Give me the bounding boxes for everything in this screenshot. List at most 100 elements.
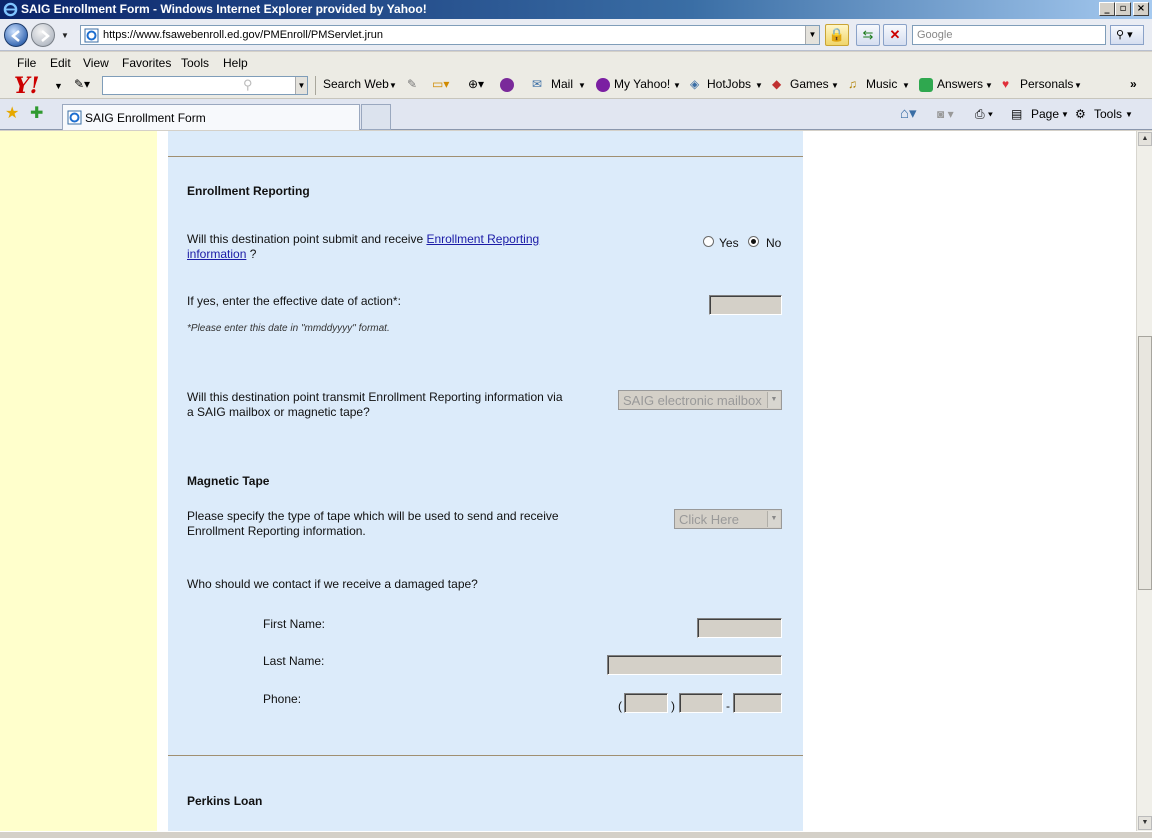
phone-prefix-input[interactable] <box>679 693 723 713</box>
music-dropdown-icon[interactable]: ▼ <box>902 81 910 90</box>
page-icon <box>84 28 99 43</box>
phone-line-input[interactable] <box>733 693 782 713</box>
forward-button[interactable] <box>31 23 55 47</box>
scroll-up-icon[interactable]: ▲ <box>1138 132 1152 146</box>
tape-type-question: Please specify the type of tape which wi… <box>187 509 559 539</box>
menu-edit[interactable]: Edit <box>50 56 71 70</box>
scroll-thumb[interactable] <box>1138 336 1152 590</box>
page-menu-button[interactable]: Page <box>1031 107 1059 121</box>
home-icon[interactable]: ⌂▾ <box>900 104 917 122</box>
perkins-loan-heading: Perkins Loan <box>187 794 263 808</box>
personals-icon: ♥ <box>1002 77 1010 91</box>
enrollment-reporting-link[interactable]: Enrollment Reporting <box>426 232 539 246</box>
chevron-down-icon: ▼ <box>767 511 780 527</box>
yahoo-search-dropdown-icon[interactable]: ▼ <box>295 77 307 94</box>
forward-arrow-icon <box>41 30 50 42</box>
history-dropdown-icon[interactable]: ▼ <box>61 31 69 40</box>
maximize-button[interactable]: ▫ <box>1115 2 1131 16</box>
favorites-star-icon[interactable]: ★ <box>5 103 19 123</box>
games-icon: ◆ <box>772 77 782 91</box>
phone-area-code-input[interactable] <box>624 693 668 713</box>
hotjobs-button[interactable]: HotJobs <box>707 77 751 91</box>
personals-button[interactable]: Personals <box>1020 77 1073 91</box>
section-divider <box>168 755 803 756</box>
no-radio[interactable] <box>748 236 759 247</box>
page-content: Enrollment Reporting Will this destinati… <box>0 131 1136 831</box>
menu-favorites[interactable]: Favorites <box>122 56 171 70</box>
tape-line2: Enrollment Reporting information. <box>187 524 366 538</box>
tape-type-select[interactable]: Click Here ▼ <box>674 509 782 529</box>
stop-icon[interactable]: ✕ <box>883 24 907 46</box>
back-button[interactable] <box>4 23 28 47</box>
phone-close-paren: ) <box>671 699 675 713</box>
effective-date-label: If yes, enter the effective date of acti… <box>187 294 401 308</box>
url-text: https://www.fsawebenroll.ed.gov/PMEnroll… <box>103 29 384 41</box>
yahoo-menu-arrow-icon[interactable]: ▼ <box>54 81 63 91</box>
phone-dash: - <box>726 699 730 713</box>
toolbar-overflow-icon[interactable]: » <box>1130 77 1137 91</box>
date-format-note: *Please enter this date in "mmddyyyy" fo… <box>187 323 390 334</box>
q1-text: Will this destination point submit and r… <box>187 232 427 246</box>
music-button[interactable]: Music <box>866 77 897 91</box>
menu-file[interactable]: File <box>17 56 36 70</box>
games-dropdown-icon[interactable]: ▼ <box>831 81 839 90</box>
minimize-button[interactable]: _ <box>1099 2 1115 16</box>
tools-dropdown-icon[interactable]: ▼ <box>1125 110 1133 119</box>
address-bar[interactable]: https://www.fsawebenroll.ed.gov/PMEnroll… <box>80 25 820 45</box>
gear-icon: ⚙ <box>1075 107 1086 121</box>
last-name-input[interactable] <box>607 655 782 675</box>
menu-tools[interactable]: Tools <box>181 56 209 70</box>
tab-saig-enrollment-form[interactable]: SAIG Enrollment Form <box>62 104 360 130</box>
yes-radio[interactable] <box>703 236 714 247</box>
address-dropdown-icon[interactable]: ▼ <box>805 26 819 44</box>
feeds-icon[interactable]: ◙ ▾ <box>937 107 954 121</box>
yahoo-search-input[interactable]: ⚲ ▼ <box>102 76 308 95</box>
form-fill-icon[interactable]: ▭▾ <box>432 77 449 91</box>
status-bar <box>0 831 1152 838</box>
scroll-down-icon[interactable]: ▼ <box>1138 816 1152 830</box>
menu-help[interactable]: Help <box>223 56 248 70</box>
search-button[interactable]: ⚲ ▾ <box>1110 25 1144 45</box>
search-web-button[interactable]: Search Web <box>323 77 389 91</box>
highlight-icon[interactable]: ✎ <box>407 77 417 91</box>
mail-dropdown-icon[interactable]: ▼ <box>578 81 586 90</box>
menu-view[interactable]: View <box>83 56 109 70</box>
mail-icon: ✉ <box>532 77 543 91</box>
back-arrow-icon <box>11 30 20 42</box>
answers-icon <box>919 78 933 92</box>
my-yahoo-button[interactable]: My Yahoo! <box>614 77 670 91</box>
games-button[interactable]: Games <box>790 77 829 91</box>
refresh-icon[interactable]: ⇆ <box>856 24 880 46</box>
music-icon: ♫ <box>848 77 857 91</box>
globe-icon[interactable]: ⊕▾ <box>468 77 484 91</box>
search-web-dropdown-icon[interactable]: ▼ <box>389 81 397 90</box>
my-yahoo-dropdown-icon[interactable]: ▼ <box>673 81 681 90</box>
personals-dropdown-icon[interactable]: ▼ <box>1074 81 1082 90</box>
first-name-input[interactable] <box>697 618 782 638</box>
transmit-line1: Will this destination point transmit Enr… <box>187 390 563 404</box>
pencil-icon[interactable]: ✎▾ <box>74 77 90 91</box>
effective-date-input[interactable] <box>709 295 782 315</box>
page-dropdown-icon[interactable]: ▼ <box>1061 110 1069 119</box>
enrollment-reporting-info-link[interactable]: information <box>187 247 246 261</box>
transmit-method-select[interactable]: SAIG electronic mailbox ▼ <box>618 390 782 410</box>
lock-icon[interactable]: 🔒 <box>825 24 849 46</box>
new-tab-button[interactable] <box>361 104 391 130</box>
headphones-icon[interactable] <box>500 78 514 92</box>
vertical-scrollbar[interactable]: ▲ ▼ <box>1136 131 1152 831</box>
add-favorite-icon[interactable]: ✚ <box>30 103 43 123</box>
page-menu-icon: ▤ <box>1011 107 1023 121</box>
tools-menu-button[interactable]: Tools <box>1094 107 1122 121</box>
section-divider <box>168 156 803 157</box>
answers-dropdown-icon[interactable]: ▼ <box>985 81 993 90</box>
damaged-tape-question: Who should we contact if we receive a da… <box>187 577 478 591</box>
print-icon[interactable]: ⎙ ▾ <box>975 107 993 122</box>
mail-button[interactable]: Mail <box>551 77 573 91</box>
answers-button[interactable]: Answers <box>937 77 983 91</box>
search-input[interactable]: Google <box>912 25 1106 45</box>
hotjobs-dropdown-icon[interactable]: ▼ <box>755 81 763 90</box>
close-window-button[interactable]: × <box>1133 2 1149 16</box>
yahoo-logo-icon[interactable]: Y! <box>14 73 39 99</box>
toolbar-separator <box>315 76 316 95</box>
transmit-method-value: SAIG electronic mailbox <box>623 393 762 408</box>
